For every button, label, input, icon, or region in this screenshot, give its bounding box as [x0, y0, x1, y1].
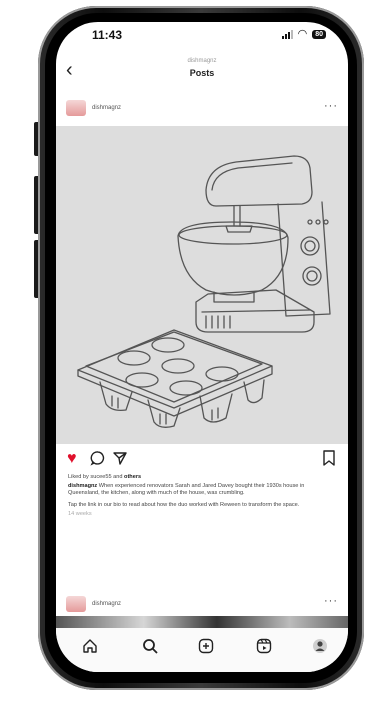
post-timestamp: 14 weeks	[68, 511, 92, 517]
caption-text: dishmagnz When experienced renovators Sa…	[68, 483, 336, 497]
post-header: dishmagnz ···	[56, 94, 348, 124]
add-post-icon[interactable]	[198, 638, 214, 659]
liked-user[interactable]: sucee55	[90, 474, 111, 480]
post-caption: Liked by sucee55 and others dishmagnz Wh…	[68, 474, 336, 520]
status-icons: ◠ 80	[281, 28, 326, 40]
heart-icon[interactable]: ♥	[67, 450, 77, 468]
status-time: 11:43	[92, 28, 123, 42]
status-bar: 11:43 ◠ 80	[56, 22, 348, 52]
post-username[interactable]: dishmagnz	[92, 105, 121, 111]
post-image[interactable]	[56, 126, 348, 444]
bookmark-icon[interactable]	[322, 450, 336, 471]
likes-line: Liked by sucee55 and others	[68, 474, 336, 481]
reels-icon[interactable]	[256, 638, 272, 659]
likes-suffix: and	[113, 474, 123, 480]
phone-screen: 11:43 ◠ 80 ‹ dishmagnz Posts dishmagnz ·…	[56, 22, 348, 672]
stand-mixer-and-muffin-tin-illustration	[77, 155, 331, 428]
avatar[interactable]	[66, 100, 86, 116]
next-post-image[interactable]	[56, 616, 348, 628]
caption-extra: Tap the link in our bio to read about ho…	[68, 502, 300, 508]
home-icon[interactable]	[82, 638, 98, 659]
comment-icon[interactable]	[90, 450, 106, 471]
signal-icon	[281, 29, 293, 39]
post-actions: ♥	[56, 450, 348, 472]
likes-others[interactable]: others	[124, 474, 141, 480]
header-username: dishmagnz	[187, 58, 217, 64]
profile-icon[interactable]	[312, 638, 328, 659]
search-icon[interactable]	[142, 638, 158, 659]
next-post-more-button[interactable]: ···	[324, 595, 338, 607]
page-title: Posts	[189, 68, 215, 78]
battery-indicator: 80	[312, 29, 326, 39]
likes-prefix: Liked by	[68, 474, 89, 480]
wifi-icon: ◠	[297, 28, 308, 40]
bottom-nav	[56, 628, 348, 672]
caption-username[interactable]: dishmagnz	[68, 483, 97, 489]
caption-body: When experienced renovators Sarah and Ja…	[68, 483, 305, 496]
next-post-header: dishmagnz ···	[56, 592, 348, 616]
next-post-username[interactable]: dishmagnz	[92, 601, 121, 607]
posts-header: ‹ dishmagnz Posts	[56, 54, 348, 88]
next-post-avatar[interactable]	[66, 596, 86, 612]
more-options-button[interactable]: ···	[324, 100, 338, 112]
send-icon[interactable]	[112, 450, 128, 471]
